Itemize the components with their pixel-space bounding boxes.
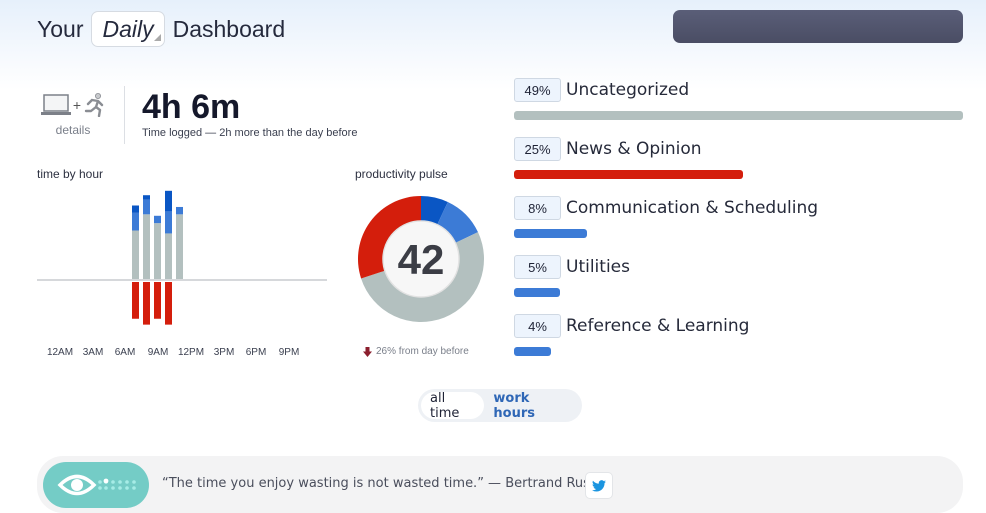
details-label: details (55, 123, 91, 137)
category-item: 5% Utilities (514, 255, 964, 314)
category-name[interactable]: Communication & Scheduling (566, 198, 818, 218)
bar-distracting-9AM[interactable] (154, 282, 161, 319)
tweet-button[interactable] (585, 472, 613, 499)
x-tick-label: 12AM (47, 347, 73, 358)
dropdown-corner-icon (153, 34, 161, 41)
category-row: 4% Reference & Learning (514, 314, 964, 338)
category-name[interactable]: Uncategorized (566, 80, 689, 100)
time-by-hour-label: time by hour (37, 167, 104, 181)
bar-distracting-10AM[interactable] (165, 282, 172, 325)
category-name[interactable]: Reference & Learning (566, 316, 749, 336)
x-tick-label: 3PM (214, 347, 235, 358)
bar-productive-9AM[interactable] (154, 215, 161, 224)
summary-divider (124, 86, 125, 144)
productivity-pulse-donut[interactable]: 42 (352, 190, 492, 330)
category-percent: 5% (514, 255, 561, 279)
category-name[interactable]: Utilities (566, 257, 630, 277)
bar-neutral-10AM[interactable] (165, 233, 172, 279)
category-row: 8% Communication & Scheduling (514, 196, 964, 220)
total-time-caption: Time logged — 2h more than the day befor… (142, 127, 358, 139)
twitter-icon (592, 479, 606, 492)
header-prefix: Your (37, 15, 84, 42)
down-arrow-icon (363, 346, 372, 357)
category-percent: 25% (514, 137, 561, 161)
page-header: Your Daily Dashboard (37, 10, 285, 48)
total-time-block: 4h 6m Time logged — 2h more than the day… (142, 88, 357, 139)
category-item: 25% News & Opinion (514, 137, 964, 196)
productivity-pulse-label: productivity pulse (355, 167, 448, 181)
time-by-hour-chart[interactable]: 12AM 3AM 6AM 9AM 12PM 3PM 6PM 9PM (37, 186, 327, 361)
category-list: 49% Uncategorized 25% News & Opinion 8% Commu… (514, 78, 964, 373)
eye-badge (43, 462, 149, 508)
x-tick-label: 3AM (83, 347, 104, 358)
x-tick-label: 12PM (178, 347, 204, 358)
toggle-work-hours[interactable]: work hours (484, 391, 579, 421)
category-percent: 49% (514, 78, 561, 102)
bar-neutral-11AM[interactable] (176, 214, 183, 279)
toggle-all-time[interactable]: all time (421, 391, 485, 421)
category-percent: 4% (514, 314, 561, 338)
category-item: 4% Reference & Learning (514, 314, 964, 373)
bar-neutral-9AM[interactable] (154, 223, 161, 279)
laptop-icon (40, 94, 71, 115)
x-tick-label: 6PM (246, 347, 267, 358)
category-row: 25% News & Opinion (514, 137, 964, 161)
bar-very-productive-8AM[interactable] (143, 195, 150, 200)
details-link[interactable]: + details (37, 92, 109, 137)
category-name[interactable]: News & Opinion (566, 139, 702, 159)
bar-productive-10AM[interactable] (165, 211, 172, 234)
period-select-value: Daily (102, 15, 154, 42)
header-suffix: Dashboard (172, 15, 286, 42)
x-tick-label: 9AM (148, 347, 169, 358)
pulse-change: 26% from day before (363, 346, 469, 357)
bar-productive-8AM[interactable] (143, 199, 150, 215)
category-bar (514, 347, 551, 356)
quote-text: “The time you enjoy wasting is not waste… (162, 476, 612, 491)
category-row: 5% Utilities (514, 255, 964, 279)
bar-neutral-8AM[interactable] (143, 214, 150, 279)
total-time: 4h 6m (142, 88, 241, 126)
category-bar (514, 111, 963, 120)
category-item: 8% Communication & Scheduling (514, 196, 964, 255)
bar-distracting-7AM[interactable] (132, 282, 139, 319)
running-person-icon (84, 93, 104, 117)
category-bar (514, 170, 744, 179)
category-row: 49% Uncategorized (514, 78, 964, 102)
bar-neutral-7AM[interactable] (132, 230, 139, 279)
bar-productive-7AM[interactable] (132, 212, 139, 231)
pulse-change-text: 26% from day before (376, 346, 469, 357)
period-select[interactable]: Daily (91, 11, 165, 47)
bar-very-productive-7AM[interactable] (132, 205, 139, 213)
eye-icon (57, 474, 136, 496)
category-percent: 8% (514, 196, 561, 220)
bar-distracting-8AM[interactable] (143, 282, 150, 325)
category-bar (514, 288, 560, 297)
time-range-toggle: all time work hours (418, 389, 582, 422)
x-tick-label: 6AM (115, 347, 136, 358)
x-tick-label: 9PM (279, 347, 300, 358)
bar-very-productive-10AM[interactable] (165, 190, 172, 212)
plus-icon: + (72, 97, 82, 113)
details-icons: + (37, 92, 109, 118)
category-item: 49% Uncategorized (514, 78, 964, 137)
top-right-banner[interactable] (673, 10, 963, 43)
category-bar (514, 229, 588, 238)
pulse-score: 42 (398, 236, 445, 283)
bar-productive-11AM[interactable] (176, 206, 183, 215)
